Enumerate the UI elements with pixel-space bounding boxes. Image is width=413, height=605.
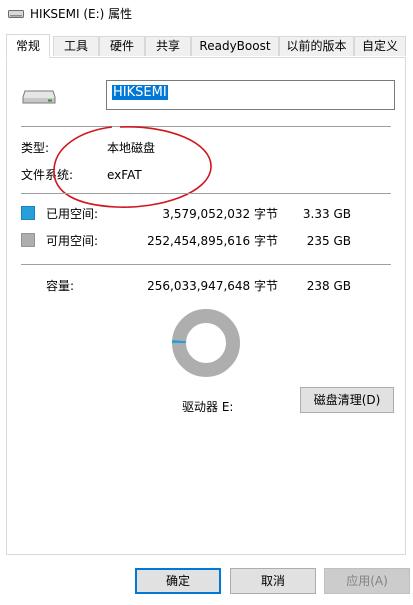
cancel-button[interactable]: 取消 xyxy=(230,568,316,594)
properties-window: HIKSEMI (E:) 属性 常规 工具 硬件 共享 ReadyBoost 以… xyxy=(0,0,413,605)
capacity-label: 容量: xyxy=(46,279,75,293)
divider xyxy=(21,264,391,265)
drive-letter-label: 驱动器 E: xyxy=(182,400,234,414)
type-label: 类型: xyxy=(21,141,50,155)
free-space-label: 可用空间: xyxy=(46,234,99,248)
apply-button[interactable]: 应用(A) xyxy=(324,568,410,594)
window-title: HIKSEMI (E:) 属性 xyxy=(30,7,133,21)
used-space-label: 已用空间: xyxy=(46,207,99,221)
volume-name-text: HIKSEMI xyxy=(112,85,168,100)
filesystem-value: exFAT xyxy=(107,168,142,182)
tab-previous-versions[interactable]: 以前的版本 xyxy=(279,36,354,56)
free-space-size: 235 GB xyxy=(306,234,351,248)
free-space-swatch xyxy=(21,233,35,247)
title-bar[interactable]: HIKSEMI (E:) 属性 xyxy=(0,0,413,30)
tab-panel-general xyxy=(6,57,406,555)
tab-sharing[interactable]: 共享 xyxy=(145,36,191,56)
volume-name-input[interactable]: HIKSEMI xyxy=(106,80,395,110)
free-space-ring xyxy=(172,309,240,377)
divider xyxy=(21,193,391,194)
drive-icon xyxy=(22,90,56,104)
tab-strip: 常规 工具 硬件 共享 ReadyBoost 以前的版本 自定义 xyxy=(6,34,406,58)
used-space-swatch xyxy=(21,206,35,220)
tab-readyboost[interactable]: ReadyBoost xyxy=(191,36,279,56)
divider xyxy=(21,126,391,127)
tab-customize[interactable]: 自定义 xyxy=(354,36,406,56)
capacity-size: 238 GB xyxy=(306,279,351,293)
disk-cleanup-button[interactable]: 磁盘清理(D) xyxy=(300,387,394,413)
ok-button[interactable]: 确定 xyxy=(135,568,221,594)
title-drive-icon xyxy=(8,10,24,18)
filesystem-label: 文件系统: xyxy=(21,168,74,182)
tab-general[interactable]: 常规 xyxy=(6,34,50,58)
tab-tools[interactable]: 工具 xyxy=(53,36,99,56)
type-value: 本地磁盘 xyxy=(107,141,156,155)
tab-hardware[interactable]: 硬件 xyxy=(99,36,145,56)
used-space-size: 3.33 GB xyxy=(302,207,351,221)
capacity-bytes: 256,033,947,648 字节 xyxy=(147,279,278,293)
used-space-bytes: 3,579,052,032 字节 xyxy=(162,207,278,221)
usage-donut-chart xyxy=(172,309,240,377)
free-space-bytes: 252,454,895,616 字节 xyxy=(147,234,278,248)
